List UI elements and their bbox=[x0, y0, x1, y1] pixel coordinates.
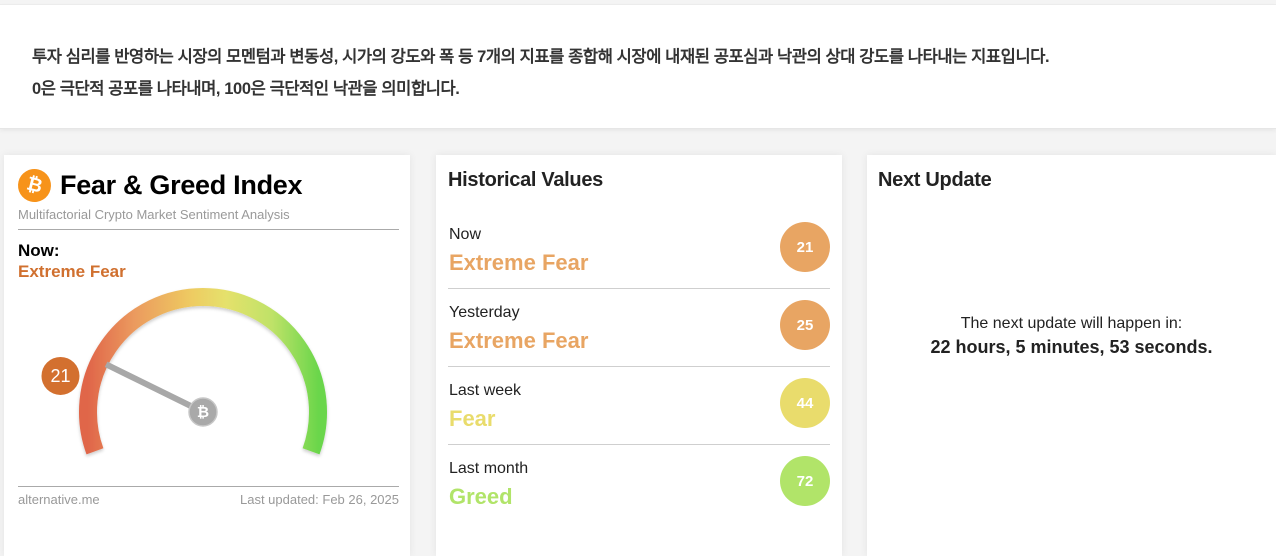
source-link[interactable]: alternative.me bbox=[18, 492, 100, 507]
gauge-value-text: 21 bbox=[50, 366, 70, 386]
period-label: Last week bbox=[449, 382, 522, 399]
value-badge: 21 bbox=[780, 222, 830, 272]
intro-line-1: 투자 심리를 반영하는 시장의 모멘텀과 변동성, 시가의 강도와 폭 등 7개… bbox=[32, 48, 1050, 66]
fear-greed-title: Fear & Greed Index bbox=[60, 170, 303, 200]
fear-greed-header: ₿ Fear & Greed Index bbox=[14, 165, 303, 206]
historical-values-card: Historical Values Now Extreme Fear 21 Ye… bbox=[436, 155, 842, 556]
bitcoin-icon: ₿ bbox=[14, 165, 55, 206]
classification: Greed bbox=[449, 484, 513, 509]
now-label: Now: bbox=[18, 241, 60, 260]
fear-greed-subtitle: Multifactorial Crypto Market Sentiment A… bbox=[18, 207, 290, 222]
intro-line-2: 0은 극단적 공포를 나타내며, 100은 극단적인 낙관을 의미합니다. bbox=[32, 80, 460, 98]
historical-row-last-week: Last week Fear 44 bbox=[448, 367, 830, 445]
intro-panel: 투자 심리를 반영하는 시장의 모멘텀과 변동성, 시가의 강도와 폭 등 7개… bbox=[0, 4, 1276, 129]
next-update-title: Next Update bbox=[878, 169, 992, 191]
next-update-label: The next update will happen in: bbox=[960, 315, 1183, 332]
historical-row-now: Now Extreme Fear 21 bbox=[448, 211, 830, 289]
classification: Fear bbox=[449, 406, 496, 431]
fear-greed-card: ₿ Fear & Greed Index Multifactorial Cryp… bbox=[4, 155, 410, 556]
historical-list: Now Extreme Fear 21 Yesterday Extreme Fe… bbox=[448, 211, 830, 523]
last-updated: Last updated: Feb 26, 2025 bbox=[239, 492, 399, 507]
divider bbox=[18, 486, 399, 487]
value-badge: 25 bbox=[780, 300, 830, 350]
historical-values-title: Historical Values bbox=[448, 169, 603, 191]
period-label: Yesterday bbox=[449, 304, 520, 321]
period-label: Now bbox=[449, 226, 482, 243]
next-update-countdown: 22 hours, 5 minutes, 53 seconds. bbox=[930, 337, 1213, 357]
historical-row-yesterday: Yesterday Extreme Fear 25 bbox=[448, 289, 830, 367]
period-label: Last month bbox=[449, 460, 529, 477]
value-badge: 44 bbox=[780, 378, 830, 428]
value-badge: 72 bbox=[780, 456, 830, 506]
next-update-card: Next Update The next update will happen … bbox=[867, 155, 1276, 556]
next-update-message: The next update will happen in: 22 hours… bbox=[867, 315, 1276, 358]
divider bbox=[18, 229, 399, 230]
sentiment-gauge: ₿ 21 bbox=[41, 288, 327, 455]
gauge-hub-glyph: ₿ bbox=[197, 403, 209, 421]
classification: Extreme Fear bbox=[449, 250, 589, 275]
historical-row-last-month: Last month Greed 72 bbox=[448, 445, 830, 523]
gauge-needle bbox=[104, 361, 205, 415]
classification: Extreme Fear bbox=[449, 328, 589, 353]
now-classification: Extreme Fear bbox=[18, 262, 126, 281]
